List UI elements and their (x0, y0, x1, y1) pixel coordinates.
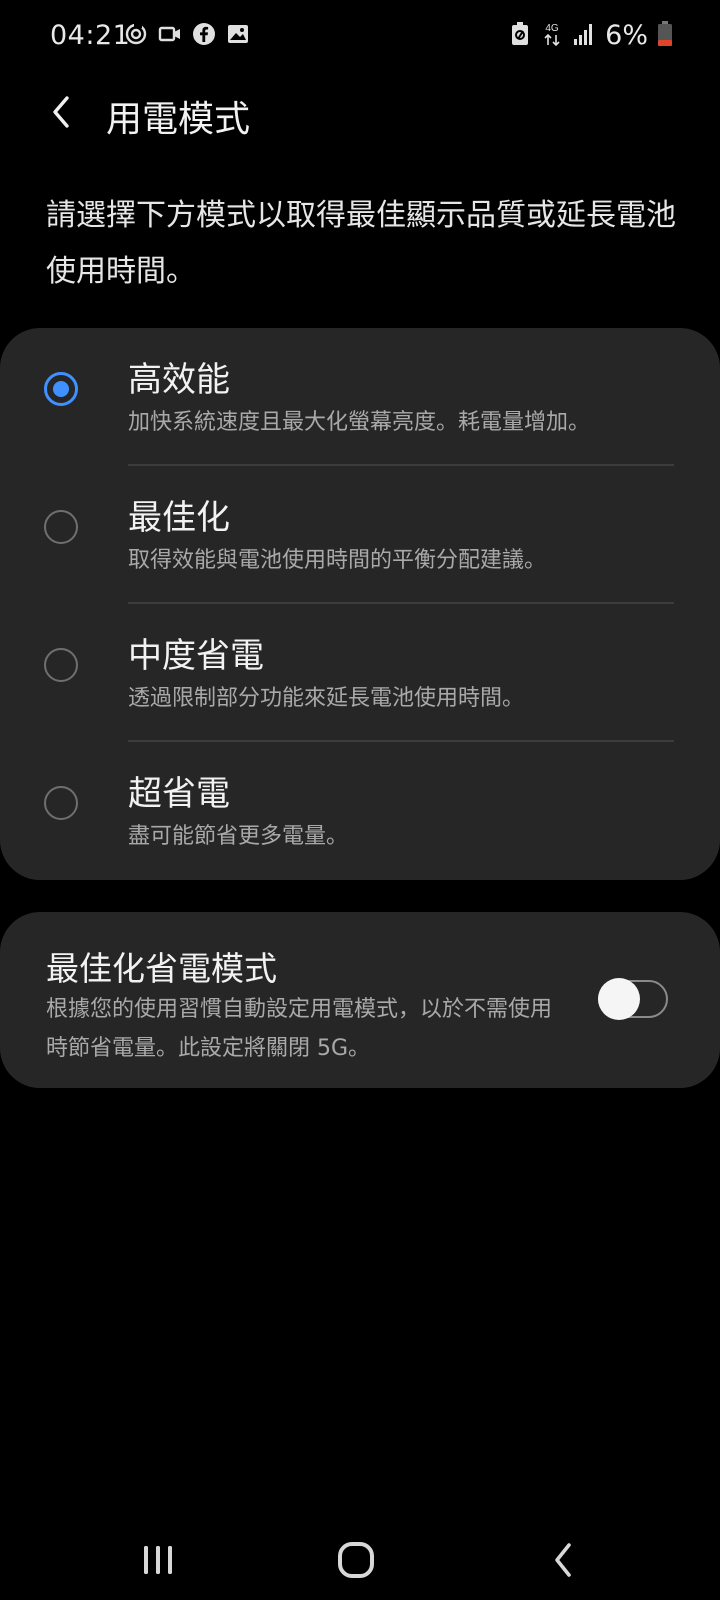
home-button[interactable] (326, 1532, 386, 1592)
signal-icon (573, 22, 595, 50)
back-button[interactable] (34, 86, 90, 142)
mode-description: 透過限制部分功能來延長電池使用時間。 (128, 686, 525, 711)
gallery-icon (226, 22, 250, 46)
toggle-knob (598, 978, 640, 1020)
radio-button-selected[interactable] (44, 372, 78, 406)
mode-description: 盡可能節省更多電量。 (128, 824, 349, 849)
adaptive-toggle[interactable] (598, 978, 668, 1020)
app-bar: 用電模式 (0, 76, 720, 156)
nav-back-button[interactable] (534, 1532, 594, 1592)
status-time: 04:21 (50, 20, 131, 51)
mode-option-high-performance[interactable]: 高效能 加快系統速度且最大化螢幕亮度。耗電量增加。 (0, 328, 720, 466)
notification-icons (124, 22, 250, 46)
network-label: 4G (545, 23, 559, 34)
mode-description: 加快系統速度且最大化螢幕亮度。耗電量增加。 (128, 410, 591, 435)
back-icon (549, 1541, 579, 1583)
home-icon (337, 1541, 375, 1583)
adaptive-description: 根據您的使用習慣自動設定用電模式，以於不需使用時節省電量。此設定將關閉 5G。 (46, 997, 553, 1061)
navigation-bar (0, 1510, 720, 1600)
recent-apps-button[interactable] (128, 1532, 188, 1592)
sync-icon (124, 22, 148, 46)
mode-title: 超省電 (128, 774, 230, 814)
system-status: 4G 6% (509, 20, 672, 51)
4g-data-icon: 4G (541, 21, 563, 51)
mode-title: 高效能 (128, 360, 230, 400)
mode-option-medium-saving[interactable]: 中度省電 透過限制部分功能來延長電池使用時間。 (0, 604, 720, 742)
battery-low-icon (658, 20, 672, 51)
battery-saver-icon (509, 21, 531, 51)
power-mode-card: 高效能 加快系統速度且最大化螢幕亮度。耗電量增加。 最佳化 取得效能與電池使用時… (0, 328, 720, 880)
mode-title: 最佳化 (128, 498, 230, 538)
mode-description: 取得效能與電池使用時間的平衡分配建議。 (128, 548, 547, 573)
mode-title: 中度省電 (128, 636, 264, 676)
video-icon (158, 22, 182, 46)
chevron-left-icon (47, 94, 77, 134)
page-description: 請選擇下方模式以取得最佳顯示品質或延長電池使用時間。 (46, 198, 676, 289)
status-bar: 04:21 4G 6% (0, 0, 720, 76)
page-title: 用電模式 (106, 99, 251, 140)
radio-button[interactable] (44, 510, 78, 544)
recent-apps-icon (141, 1543, 175, 1581)
mode-option-optimized[interactable]: 最佳化 取得效能與電池使用時間的平衡分配建議。 (0, 466, 720, 604)
adaptive-power-saving-card[interactable]: 最佳化省電模式 根據您的使用習慣自動設定用電模式，以於不需使用時節省電量。此設定… (0, 912, 720, 1088)
radio-button[interactable] (44, 786, 78, 820)
mode-option-max-saving[interactable]: 超省電 盡可能節省更多電量。 (0, 742, 720, 880)
facebook-icon (192, 22, 216, 46)
adaptive-title: 最佳化省電模式 (46, 949, 277, 988)
radio-button[interactable] (44, 648, 78, 682)
battery-percent: 6% (605, 20, 648, 51)
